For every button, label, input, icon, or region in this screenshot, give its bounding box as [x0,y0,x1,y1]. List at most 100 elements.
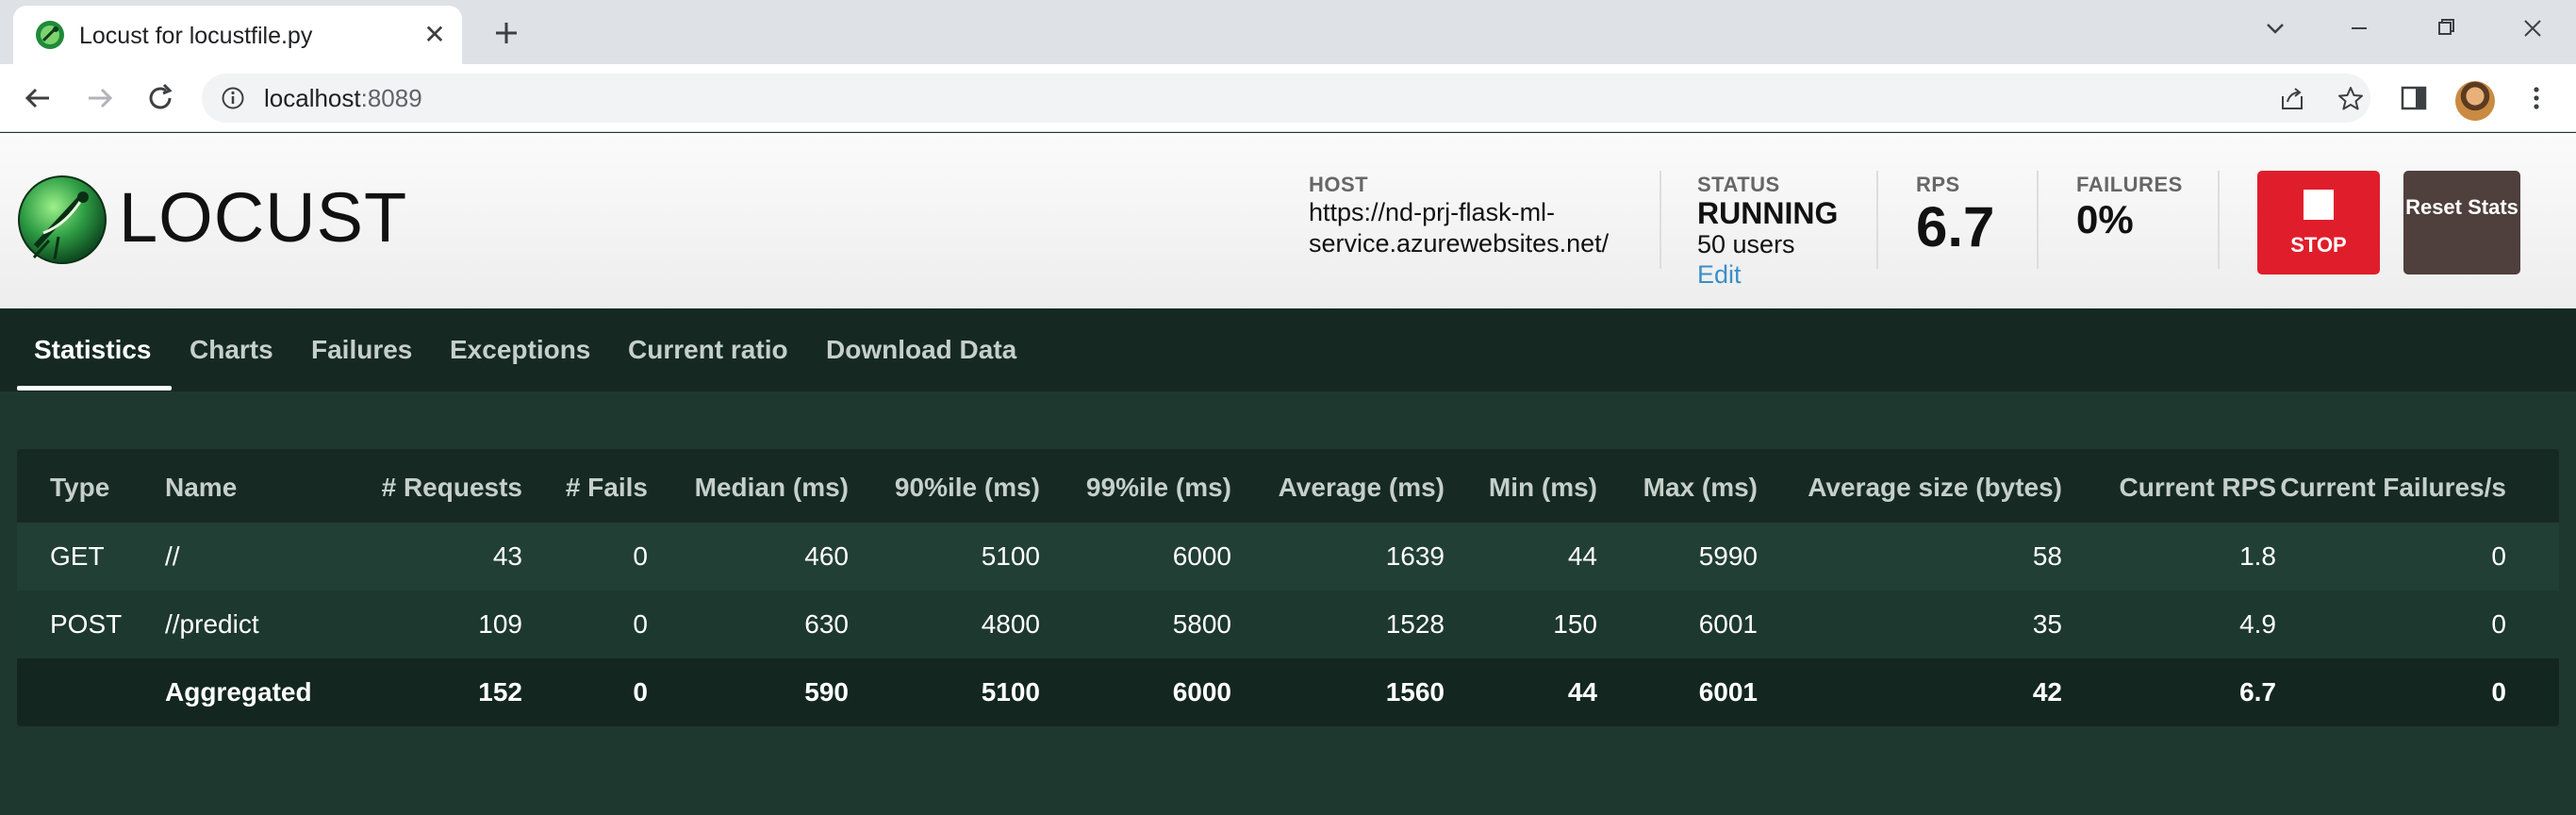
column-header-median[interactable]: Median (ms) [695,449,849,523]
cell-average-size: 35 [2032,609,2062,639]
browser-tab-title: Locust for locustfile.py [79,23,313,49]
column-header-99ile[interactable]: 99%ile (ms) [1086,449,1231,523]
cell-type: GET [50,541,105,571]
cell-current-rps: 6.7 [2239,677,2276,707]
failures-value: 0% [2076,197,2134,241]
active-tab-indicator [17,386,172,391]
cell-fails: 0 [633,677,648,707]
status-value: RUNNING [1697,196,1839,230]
url-port: :8089 [360,84,422,112]
column-header-current-failures[interactable]: Current Failures/s [2280,449,2506,523]
cell-min: 44 [1567,677,1597,707]
cell-current-rps: 4.9 [2239,609,2276,639]
cell-median: 590 [804,677,849,707]
profile-avatar[interactable] [2455,81,2495,121]
user-count: 50 users [1697,230,1795,258]
cell-max: 6001 [1698,609,1758,639]
cell-average-size: 58 [2032,541,2062,571]
host-url: https://nd-prj-flask-ml-service.azureweb… [1309,198,1610,258]
column-header-90ile[interactable]: 90%ile (ms) [895,449,1040,523]
logo-text: LOCUST [119,178,408,257]
cell-min: 44 [1567,541,1597,571]
host-label: HOST [1309,173,1369,196]
statistics-table: Type Name # Requests # Fails Median (ms)… [17,449,2559,726]
cell-current-failures: 0 [2491,541,2506,571]
cell-name: //predict [165,609,259,639]
cell-current-rps: 1.8 [2239,541,2276,571]
divider [2037,171,2039,269]
failures-label: FAILURES [2076,173,2183,196]
cell-average: 1560 [1385,677,1445,707]
back-arrow-icon[interactable] [19,79,57,117]
column-header-min[interactable]: Min (ms) [1489,449,1597,523]
column-header-current-rps[interactable]: Current RPS [2120,449,2276,523]
cell-requests: 152 [478,677,522,707]
browser-toolbar: localhost:8089 [0,64,2576,132]
cell-fails: 0 [633,541,648,571]
locust-logo-icon [18,175,107,264]
rps-value: 6.7 [1916,195,1995,258]
cell-fails: 0 [633,609,648,639]
main-nav: Statistics Charts Failures Exceptions Cu… [0,308,2576,391]
tab-failures[interactable]: Failures [311,308,412,391]
column-header-fails[interactable]: # Fails [566,449,648,523]
bookmark-star-icon[interactable] [2337,85,2365,113]
address-bar[interactable]: localhost:8089 [202,74,2370,123]
cell-current-failures: 0 [2491,677,2506,707]
cell-name: Aggregated [165,677,312,707]
rps-label: RPS [1916,173,1960,196]
cell-median: 460 [804,541,849,571]
tab-search-chevron-icon[interactable] [2254,11,2296,45]
divider [1660,171,1661,269]
tab-charts[interactable]: Charts [190,308,273,391]
cell-type: POST [50,609,123,639]
reset-stats-label: Reset Stats [2405,195,2518,219]
side-panel-icon[interactable] [2397,81,2431,115]
minimize-icon[interactable] [2338,11,2380,45]
stop-button-label: STOP [2290,233,2347,257]
locust-favicon-icon [36,21,64,49]
cell-requests: 109 [478,609,522,639]
status-label: STATUS [1697,173,1780,196]
cell-90ile: 4800 [981,609,1040,639]
edit-users-link[interactable]: Edit [1697,260,1742,290]
tab-statistics[interactable]: Statistics [34,308,152,391]
cell-current-failures: 0 [2491,609,2506,639]
reset-stats-button[interactable]: Reset Stats [2403,171,2520,274]
cell-99ile: 6000 [1172,541,1231,571]
column-header-average-size[interactable]: Average size (bytes) [1808,449,2062,523]
locust-header: LOCUST HOST https://nd-prj-flask-ml-serv… [0,133,2576,308]
cell-average: 1639 [1385,541,1445,571]
browser-tab[interactable]: Locust for locustfile.py ✕ [13,6,462,64]
stop-icon [2304,190,2334,220]
window-close-icon[interactable] [2512,11,2553,45]
more-menu-icon[interactable] [2519,81,2553,115]
url-text[interactable]: localhost:8089 [264,74,422,123]
cell-min: 150 [1553,609,1597,639]
share-icon[interactable] [2278,85,2306,113]
forward-arrow-icon[interactable] [81,79,119,117]
stop-button[interactable]: STOP [2257,171,2380,274]
aggregated-row: Aggregated 152 0 590 5100 6000 1560 44 6… [17,658,2559,726]
restore-icon[interactable] [2425,11,2467,45]
new-tab-icon[interactable] [487,13,526,53]
cell-max: 5990 [1698,541,1758,571]
tab-download-data[interactable]: Download Data [826,308,1016,391]
column-header-name[interactable]: Name [165,449,237,523]
cell-90ile: 5100 [981,541,1040,571]
column-header-max[interactable]: Max (ms) [1643,449,1758,523]
tab-current-ratio[interactable]: Current ratio [628,308,788,391]
column-header-requests[interactable]: # Requests [382,449,522,523]
reload-icon[interactable] [141,79,179,117]
column-header-type[interactable]: Type [50,449,109,523]
cell-median: 630 [804,609,849,639]
table-header-row: Type Name # Requests # Fails Median (ms)… [17,449,2559,523]
site-info-icon[interactable] [221,86,245,110]
cell-requests: 43 [492,541,522,571]
tab-close-icon[interactable]: ✕ [421,21,449,49]
divider [2218,171,2220,269]
tab-exceptions[interactable]: Exceptions [450,308,590,391]
cell-name: // [165,541,180,571]
cell-90ile: 5100 [981,677,1040,707]
column-header-average[interactable]: Average (ms) [1279,449,1445,523]
